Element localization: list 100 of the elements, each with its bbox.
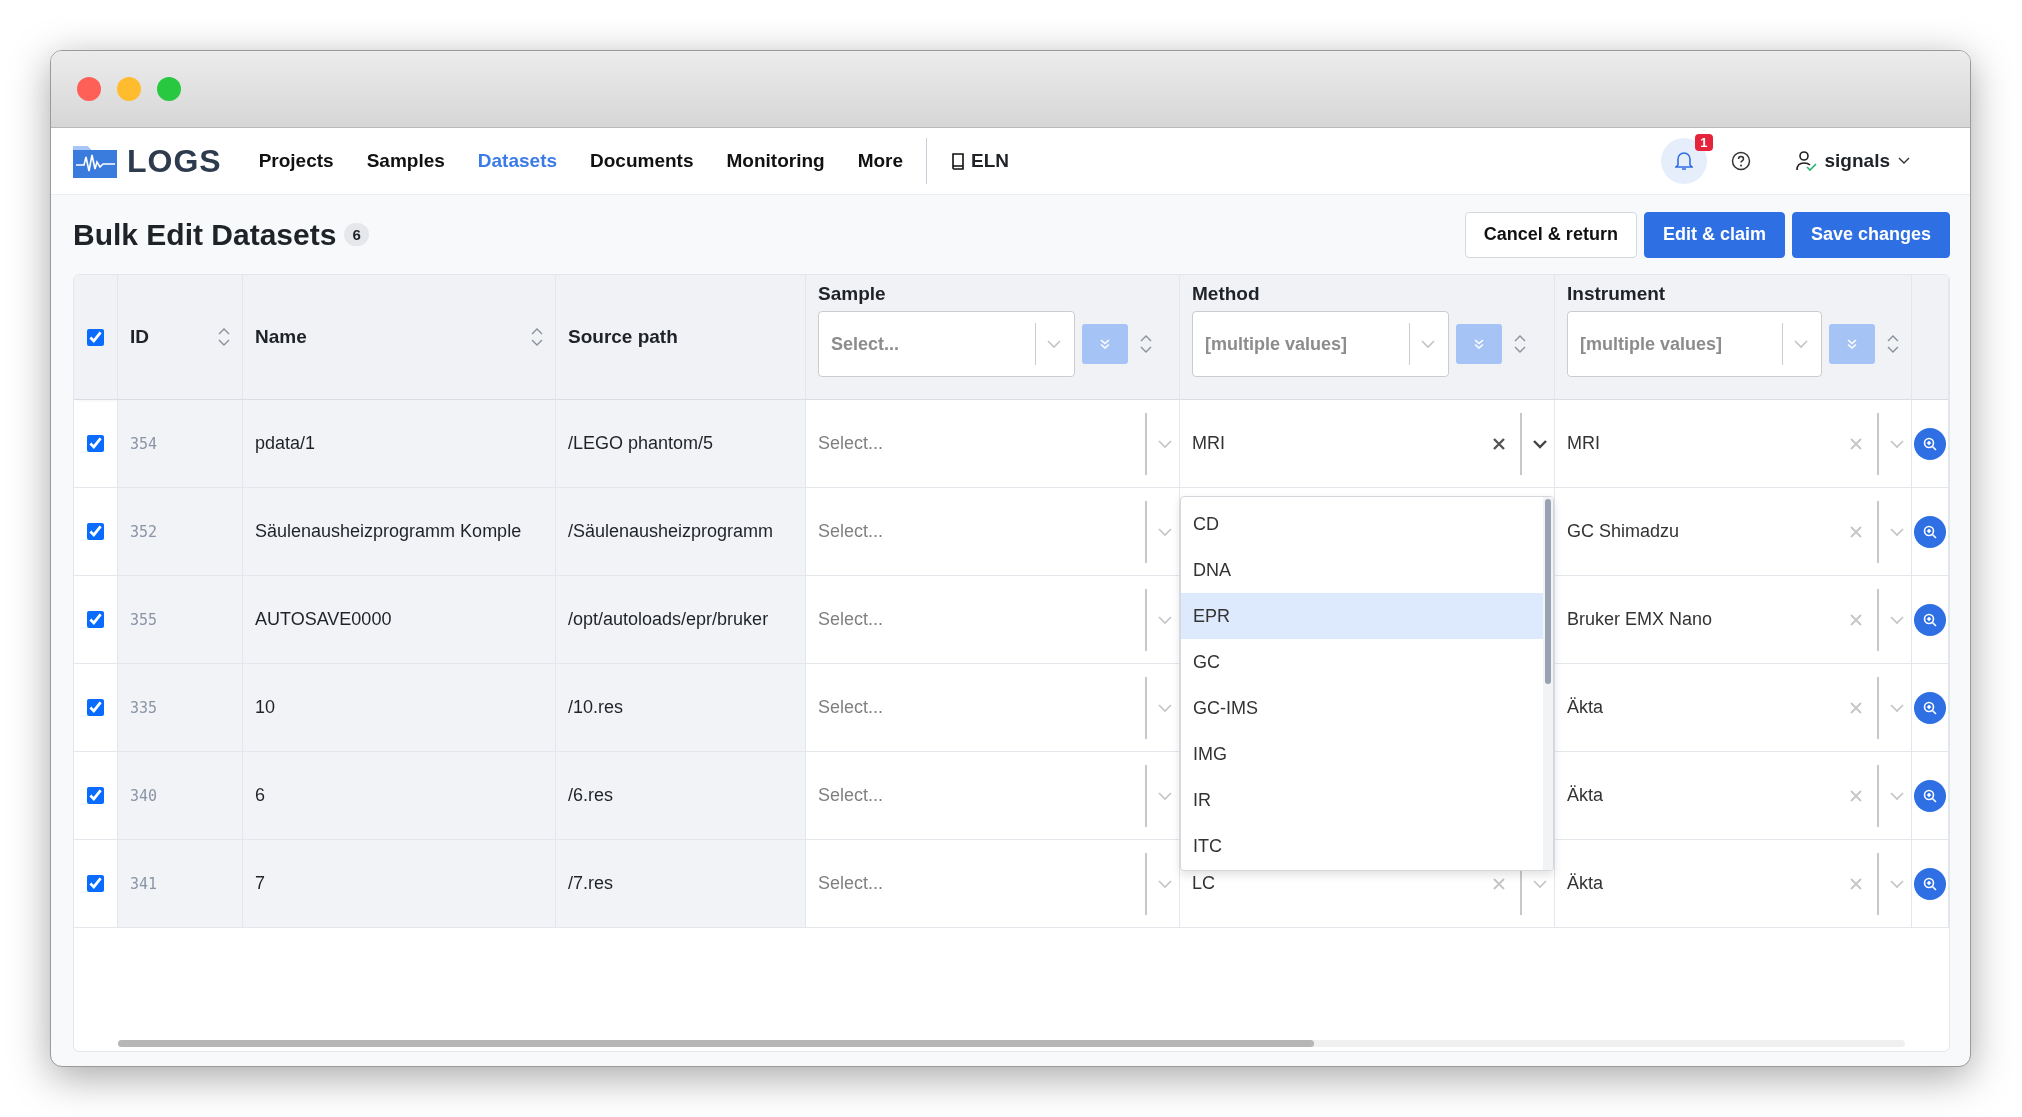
user-menu[interactable]: signals [1794, 150, 1910, 172]
select-all-checkbox[interactable] [87, 328, 104, 346]
source-path-cell: /opt/autoloads/epr/bruker [568, 609, 769, 630]
double-chevron-icon [1473, 338, 1485, 350]
column-header: Name [255, 326, 308, 348]
source-path-cell: /10.res [568, 697, 624, 718]
dropdown-option[interactable]: EPR [1181, 593, 1543, 639]
zoom-in-button[interactable] [1914, 867, 1946, 900]
select-value: Bruker EMX Nano [1567, 609, 1714, 630]
zoom-in-icon [1922, 523, 1938, 540]
sort-icon[interactable] [1887, 334, 1899, 354]
source-path-cell: /LEGO phantom/5 [568, 433, 714, 454]
double-chevron-icon [1846, 338, 1859, 350]
name-cell: pdata/1 [255, 433, 316, 454]
select-value: MRI [1567, 433, 1601, 454]
zoom-window-button[interactable] [157, 77, 181, 101]
row-checkbox[interactable] [87, 611, 104, 628]
notifications-button[interactable] [1660, 138, 1707, 184]
zoom-in-button[interactable] [1914, 691, 1946, 724]
zoom-in-button[interactable] [1914, 427, 1946, 460]
select-placeholder: Select... [818, 697, 885, 718]
row-checkbox[interactable] [87, 875, 104, 892]
select-placeholder: Select... [818, 785, 885, 806]
id-cell: 354 [130, 434, 158, 453]
logo-text: LOGS [127, 142, 222, 180]
nav-link[interactable]: Datasets [477, 150, 558, 172]
sort-icon[interactable] [1514, 334, 1526, 354]
cancel-button[interactable]: Cancel & return [1464, 211, 1637, 258]
dropdown-option[interactable]: GC [1181, 639, 1543, 685]
chevron-down-icon[interactable] [1532, 438, 1548, 449]
dropdown-option[interactable]: IMG [1181, 731, 1543, 777]
sample-select[interactable]: Select... [806, 840, 1180, 928]
help-icon[interactable] [1730, 151, 1751, 171]
name-cell: 10 [255, 697, 276, 718]
sort-icon[interactable] [531, 327, 543, 347]
bell-icon [1674, 151, 1693, 171]
id-cell: 335 [130, 698, 158, 717]
select-value: Äkta [1567, 785, 1605, 806]
logo-icon[interactable] [73, 144, 117, 178]
nav-link[interactable]: Samples [366, 150, 445, 172]
select-placeholder: Select... [818, 433, 885, 454]
apply-to-all-button[interactable] [1829, 324, 1876, 364]
nav-link[interactable]: Projects [258, 150, 334, 172]
select-value: Äkta [1567, 697, 1605, 718]
row-checkbox[interactable] [87, 435, 104, 452]
apply-to-all-button[interactable] [1082, 324, 1128, 364]
nav-link[interactable]: Documents [590, 150, 694, 172]
clear-icon[interactable] [1492, 436, 1506, 451]
select-value: LC [1192, 873, 1216, 894]
zoom-in-icon [1922, 875, 1938, 892]
sample-select[interactable]: Select... [806, 400, 1180, 488]
row-checkbox[interactable] [87, 523, 104, 540]
nav-link[interactable]: Monitoring [726, 150, 825, 172]
dropdown-option[interactable]: CD [1181, 501, 1543, 547]
select-value: Äkta [1567, 873, 1605, 894]
select-placeholder: Select... [818, 521, 885, 542]
horizontal-scrollbar[interactable] [118, 1040, 1905, 1047]
select-placeholder: Select... [818, 609, 885, 630]
minimize-window-button[interactable] [117, 77, 141, 101]
zoom-in-button[interactable] [1914, 603, 1946, 636]
zoom-in-button[interactable] [1914, 779, 1946, 812]
name-cell: 7 [255, 873, 265, 894]
apply-to-all-button[interactable] [1456, 324, 1502, 364]
column-header: Method [1192, 283, 1261, 305]
source-path-cell: /6.res [568, 785, 614, 806]
dropdown-option[interactable]: IR [1181, 777, 1543, 823]
nav-link[interactable]: More [857, 150, 904, 172]
select-value: GC Shimadzu [1567, 521, 1681, 542]
id-cell: 352 [130, 522, 158, 541]
name-cell: AUTOSAVE0000 [255, 609, 392, 630]
zoom-in-icon [1922, 435, 1938, 452]
chevron-down-icon [1898, 157, 1910, 165]
close-window-button[interactable] [77, 77, 101, 101]
page-title: Bulk Edit Datasets [73, 217, 337, 252]
zoom-in-icon [1922, 611, 1938, 628]
id-cell: 340 [130, 786, 158, 805]
eln-link[interactable]: ELN [951, 150, 1010, 172]
column-header: Source path [568, 326, 679, 348]
column-header: Sample [818, 283, 887, 305]
row-checkbox[interactable] [87, 787, 104, 804]
book-icon [951, 152, 966, 170]
double-chevron-icon [1099, 338, 1111, 350]
method-select[interactable]: MRI [1180, 400, 1555, 488]
name-cell: Säulenausheizprogramm Komple [255, 521, 522, 542]
sort-icon[interactable] [1140, 334, 1152, 354]
dropdown-option[interactable]: DNA [1181, 547, 1543, 593]
row-checkbox[interactable] [87, 699, 104, 716]
primary-button[interactable]: Edit & claim [1643, 211, 1785, 258]
column-header: Instrument [1567, 283, 1667, 305]
source-path-cell: /Säulenausheizprogramm [568, 521, 774, 542]
notification-badge: 1 [1695, 134, 1713, 151]
id-cell: 341 [130, 874, 158, 893]
zoom-in-button[interactable] [1914, 515, 1946, 548]
primary-button[interactable]: Save changes [1791, 211, 1950, 258]
select-placeholder: Select... [818, 873, 885, 894]
count-badge: 6 [344, 223, 369, 246]
zoom-in-icon [1922, 699, 1938, 716]
sort-icon[interactable] [218, 327, 230, 347]
dropdown-option[interactable]: GC-IMS [1181, 685, 1543, 731]
dropdown-scrollbar[interactable] [1545, 499, 1551, 684]
